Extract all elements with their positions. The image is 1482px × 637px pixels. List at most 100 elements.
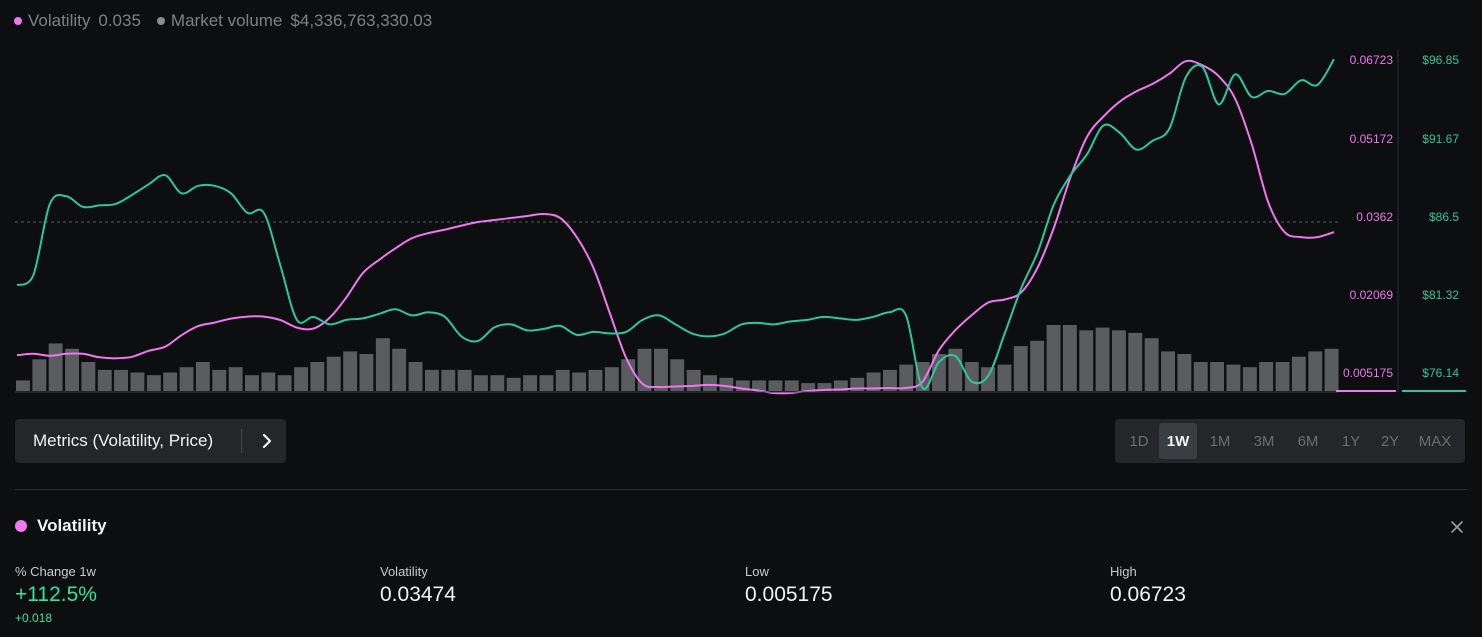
- left-axis-tick: 0.0362: [1356, 210, 1393, 224]
- volume-bar: [1046, 325, 1061, 391]
- stat-value: +112.5%: [15, 583, 97, 606]
- volume-bar: [32, 359, 47, 391]
- range-1d-button[interactable]: 1D: [1119, 423, 1159, 459]
- range-1w-button[interactable]: 1W: [1159, 423, 1197, 459]
- volume-bar: [179, 367, 194, 391]
- right-axis-tick: $81.32: [1422, 288, 1459, 302]
- volume-bar: [523, 375, 537, 391]
- stat-label: % Change 1w: [15, 564, 96, 579]
- volume-bar: [114, 369, 128, 391]
- volume-bar: [719, 377, 734, 391]
- volume-bar: [146, 375, 161, 391]
- section-divider: [15, 489, 1467, 490]
- volume-bar: [1144, 338, 1159, 391]
- legend-volatility: Volatility 0.035: [14, 11, 141, 31]
- volatility-dot-icon: [15, 520, 27, 532]
- legend-volatility-label: Volatility: [28, 11, 91, 30]
- volume-bar: [228, 367, 243, 391]
- legend-volatility-value: 0.035: [98, 11, 141, 30]
- range-2y-button[interactable]: 2Y: [1371, 423, 1409, 459]
- metrics-selector-button[interactable]: Metrics (Volatility, Price): [15, 419, 286, 463]
- volume-bar: [294, 367, 308, 391]
- volume-bar: [703, 375, 717, 391]
- section-header: Volatility: [15, 516, 107, 536]
- legend-volume: Market volume $4,336,763,330.03: [156, 11, 433, 31]
- range-max-button[interactable]: MAX: [1409, 423, 1461, 459]
- left-axis-tick: 0.06723: [1350, 53, 1394, 67]
- range-3m-button[interactable]: 3M: [1243, 423, 1285, 459]
- volume-bar: [1013, 346, 1028, 391]
- volume-bar: [1308, 351, 1323, 391]
- volume-bar: [245, 375, 259, 391]
- stat-value: 0.06723: [1110, 583, 1186, 606]
- volume-bar: [425, 369, 439, 391]
- volume-bar: [1226, 364, 1241, 391]
- volume-bar: [81, 362, 96, 391]
- volume-bar: [326, 356, 341, 391]
- stat-label: Low: [745, 564, 769, 579]
- volume-bar: [506, 377, 521, 391]
- right-axis-tick: $76.14: [1422, 366, 1459, 380]
- volume-bar: [48, 343, 63, 391]
- volume-bar: [654, 348, 668, 391]
- stat-value: 0.005175: [745, 583, 833, 606]
- volume-bar: [212, 369, 227, 391]
- metrics-selector-label: Metrics (Volatility, Price): [33, 431, 214, 450]
- chevron-right-icon[interactable]: [258, 432, 276, 450]
- volume-bar: [359, 354, 374, 391]
- volume-bar: [997, 364, 1012, 391]
- volume-bars: [16, 325, 1339, 391]
- volume-bar: [588, 369, 603, 391]
- volume-bar: [1161, 351, 1175, 391]
- volume-bar: [490, 375, 505, 391]
- stat-value: 0.03474: [380, 583, 456, 606]
- volume-bar: [343, 351, 358, 391]
- range-6m-button[interactable]: 6M: [1285, 423, 1331, 459]
- volume-bar: [65, 348, 79, 391]
- volume-bar: [1030, 340, 1045, 391]
- right-axis-tick: $96.85: [1422, 53, 1459, 67]
- left-axis-tick: 0.005175: [1343, 366, 1393, 380]
- stat-volatility: Volatility 0.03474: [380, 564, 456, 607]
- volume-bar: [784, 380, 799, 391]
- volume-bar: [1259, 362, 1274, 391]
- legend-volume-label: Market volume: [170, 11, 283, 30]
- left-axis-tick: 0.05172: [1350, 132, 1394, 146]
- stat-label: High: [1110, 564, 1137, 579]
- volume-bar: [1275, 362, 1290, 391]
- stat-high: High 0.06723: [1110, 564, 1186, 607]
- volatility-price-chart[interactable]: 0.06723 0.05172 0.0362 0.02069 0.005175 …: [0, 40, 1482, 400]
- volume-bar: [375, 338, 390, 391]
- volume-bar: [1062, 325, 1077, 391]
- section-title: Volatility: [37, 516, 107, 535]
- right-axis-tick: $86.5: [1429, 210, 1459, 224]
- volume-bar: [572, 372, 587, 391]
- chart-legend: Volatility 0.035 Market volume $4,336,76…: [14, 11, 448, 31]
- volume-bar: [1242, 367, 1257, 391]
- volume-bar: [130, 372, 145, 391]
- volume-bar: [310, 362, 325, 391]
- volume-bar: [555, 369, 570, 391]
- volume-bar: [457, 369, 472, 391]
- metrics-divider: [241, 429, 242, 453]
- volatility-dot-icon: [14, 17, 22, 25]
- range-1m-button[interactable]: 1M: [1197, 423, 1243, 459]
- volume-bar: [1112, 330, 1126, 391]
- volume-bar: [1210, 362, 1224, 391]
- close-icon[interactable]: [1448, 518, 1466, 536]
- volume-bar: [97, 369, 112, 391]
- volume-bar: [981, 367, 995, 391]
- volume-bar: [261, 372, 276, 391]
- volume-bar: [16, 380, 30, 391]
- volume-bar: [604, 367, 619, 391]
- volume-bar: [392, 348, 407, 391]
- volume-bar: [1193, 362, 1208, 391]
- range-1y-button[interactable]: 1Y: [1331, 423, 1371, 459]
- time-range-selector: 1D 1W 1M 3M 6M 1Y 2Y MAX: [1115, 419, 1465, 463]
- right-axis-tick: $91.67: [1422, 132, 1459, 146]
- volume-bar: [1177, 354, 1192, 391]
- volume-bar: [277, 375, 292, 391]
- legend-volume-value: $4,336,763,330.03: [290, 11, 433, 30]
- volume-bar: [1291, 356, 1306, 391]
- volume-bar: [474, 375, 488, 391]
